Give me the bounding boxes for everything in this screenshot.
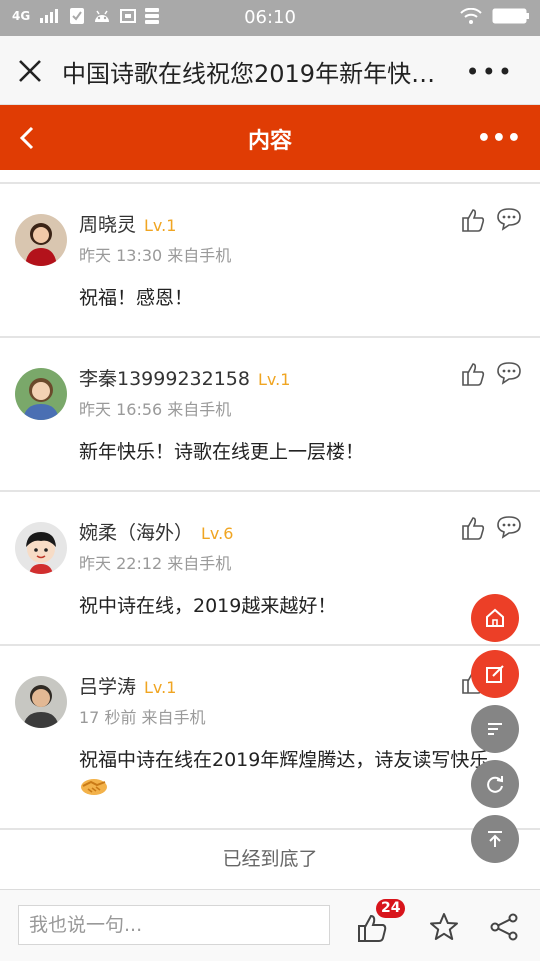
- home-icon: [486, 608, 504, 627]
- refresh-button[interactable]: [471, 760, 519, 808]
- comment-time: 昨天 22:12 来自手机: [79, 554, 232, 573]
- menu-button[interactable]: [471, 705, 519, 753]
- edit-icon: [486, 665, 504, 683]
- nav-more-button[interactable]: •••: [477, 128, 522, 150]
- level-badge: Lv.1: [144, 216, 177, 235]
- comment-username[interactable]: 吕学涛 Lv.1: [79, 672, 176, 699]
- nav-bar: 内容 •••: [0, 105, 540, 170]
- comment-item: 李秦13999232158 Lv.1 昨天 16:56 来自手机 新年快乐！诗歌在…: [0, 338, 540, 492]
- write-comment-button[interactable]: [471, 650, 519, 698]
- reply-icon[interactable]: [496, 206, 522, 232]
- clock: 06:10: [244, 7, 296, 28]
- menu-icon: [488, 723, 502, 735]
- thumbs-up-icon[interactable]: [460, 361, 486, 387]
- like-count-badge: 24: [376, 899, 406, 918]
- bottom-bar: 我也说一句... 24: [0, 889, 540, 961]
- username-text: 吕学涛: [79, 676, 137, 698]
- comment-text: 新年快乐！诗歌在线更上一层楼！: [79, 441, 365, 463]
- username-text: 婉柔（海外）: [79, 522, 194, 544]
- share-icon[interactable]: [489, 912, 519, 942]
- level-badge: Lv.1: [257, 370, 291, 389]
- comment-input[interactable]: 我也说一句...: [18, 905, 330, 945]
- close-icon[interactable]: [16, 57, 44, 85]
- end-of-list-label: 已经到底了: [222, 848, 318, 870]
- thumbs-up-icon[interactable]: [460, 207, 486, 233]
- star-icon[interactable]: [428, 911, 460, 943]
- comment-text: 祝中诗在线，2019越来越好！: [79, 595, 337, 617]
- username-text: 周晓灵: [79, 214, 137, 236]
- comment-item: 吕学涛 Lv.1 17 秒前 来自手机 祝福中诗在线在2019年辉煌腾达，诗友读写…: [0, 646, 540, 830]
- more-menu-button[interactable]: •••: [466, 60, 514, 84]
- reply-icon[interactable]: [496, 360, 522, 386]
- page-title: 中国诗歌在线祝您2019年新年快…: [62, 60, 436, 88]
- comment-item: 婉柔（海外） Lv.6 昨天 22:12 来自手机 祝中诗在线，2019越来越好！: [0, 492, 540, 646]
- avatar[interactable]: [15, 522, 67, 574]
- comment-list: 周晓灵 Lv.1 昨天 13:30 来自手机 祝福！感恩！ 李秦139992321…: [0, 170, 540, 830]
- title-bar: 中国诗歌在线祝您2019年新年快… •••: [0, 36, 540, 105]
- comment-username[interactable]: 婉柔（海外） Lv.6: [79, 518, 233, 545]
- comment-username[interactable]: 李秦13999232158 Lv.1: [79, 364, 290, 391]
- status-icons-right: [460, 8, 530, 24]
- comment-text: 祝福中诗在线在2019年辉煌腾达，诗友读写快乐: [79, 746, 529, 806]
- comment-username[interactable]: 周晓灵 Lv.1: [79, 210, 176, 237]
- comment-text: 祝福！感恩！: [79, 287, 194, 309]
- comment-text-body: 祝福中诗在线在2019年辉煌腾达，诗友读写快乐: [79, 749, 489, 771]
- handshake-icon: [81, 779, 107, 795]
- avatar[interactable]: [15, 214, 67, 266]
- level-badge: Lv.6: [201, 524, 234, 543]
- avatar[interactable]: [15, 368, 67, 420]
- status-bar: 4G 06:10: [0, 0, 540, 36]
- reply-icon[interactable]: [496, 514, 522, 540]
- comment-time: 昨天 13:30 来自手机: [79, 246, 232, 265]
- home-button[interactable]: [471, 594, 519, 642]
- thumbs-up-icon[interactable]: [460, 515, 486, 541]
- comment-item: 周晓灵 Lv.1 昨天 13:30 来自手机 祝福！感恩！: [0, 184, 540, 338]
- username-text: 李秦13999232158: [79, 368, 250, 390]
- back-to-top-button[interactable]: [471, 815, 519, 863]
- comment-time: 17 秒前 来自手机: [79, 708, 206, 727]
- battery-icon: [492, 8, 529, 24]
- wifi-icon: [460, 8, 482, 24]
- to-top-icon: [488, 831, 502, 847]
- level-badge: Lv.1: [144, 678, 177, 697]
- comment-time: 昨天 16:56 来自手机: [79, 400, 232, 419]
- avatar[interactable]: [15, 676, 67, 728]
- refresh-icon: [487, 776, 503, 793]
- nav-title: 内容: [247, 129, 292, 154]
- list-divider: [0, 170, 540, 184]
